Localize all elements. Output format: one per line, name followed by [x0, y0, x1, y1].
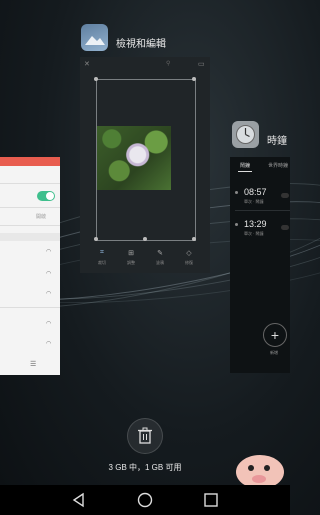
wifi-icon: ◠ — [46, 249, 52, 255]
crop-icon[interactable]: ⌗ — [94, 249, 110, 257]
clock-app-card[interactable]: 鬧鐘 世界時鐘 08:57 單次 · 鬧鐘 13:29 單次 · 鬧鐘 + 新增 — [230, 157, 290, 373]
compare-icon[interactable]: ⚲ — [166, 60, 170, 67]
gallery-app-icon — [81, 24, 108, 51]
clock-app-icon — [232, 121, 259, 148]
settings-header-bar — [0, 157, 60, 166]
lotus-photo — [97, 126, 171, 190]
trash-icon — [138, 427, 152, 444]
clock-app-title: 時鐘 — [267, 136, 287, 147]
adjust-icon[interactable]: ⊞ — [123, 249, 139, 257]
close-icon[interactable]: ✕ — [84, 60, 90, 68]
section-gap — [0, 233, 60, 241]
clock-icon — [236, 125, 255, 144]
alarm-repeat: 單次 · 鬧鐘 — [244, 231, 264, 236]
alarm-repeat: 單次 · 鬧鐘 — [244, 199, 264, 204]
clear-all-button[interactable] — [127, 418, 163, 454]
crop-handle[interactable] — [94, 77, 98, 81]
back-icon[interactable] — [70, 492, 88, 508]
crop-handle[interactable] — [94, 237, 98, 241]
tool-label: 調整 — [127, 260, 135, 265]
gallery-editor-card[interactable]: ✕ ▭ ⚲ ⌗ ⊞ ✎ ◇ 裁切 調整 塗鴉 修復 — [80, 57, 210, 273]
divider — [0, 183, 60, 184]
tool-label: 裁切 — [98, 260, 106, 265]
settings-app-card[interactable]: 開啟 ◠ ◠ ◠ ◠ ◠ ☰ — [0, 157, 60, 375]
alarm-indicator — [235, 191, 238, 194]
tab-alarm[interactable]: 鬧鐘 — [240, 162, 250, 169]
recents-icon[interactable] — [202, 492, 220, 508]
alarm-toggle[interactable] — [281, 225, 289, 230]
alarm-indicator — [235, 223, 238, 226]
alarm-toggle[interactable] — [281, 193, 289, 198]
add-alarm-label: 新增 — [270, 350, 278, 355]
tab-world-clock[interactable]: 世界時鐘 — [268, 162, 288, 169]
divider — [0, 307, 60, 308]
navigation-bar — [0, 485, 290, 515]
erase-icon[interactable]: ◇ — [181, 249, 197, 257]
crop-handle[interactable] — [143, 237, 147, 241]
settings-row-value: 開啟 — [36, 214, 47, 220]
alarm-time[interactable]: 08:57 — [244, 187, 267, 197]
divider — [235, 210, 290, 211]
alarm-time[interactable]: 13:29 — [244, 219, 267, 229]
divider — [0, 225, 60, 226]
add-alarm-button[interactable]: + — [263, 323, 287, 347]
draw-icon[interactable]: ✎ — [152, 249, 168, 257]
wifi-icon: ◠ — [46, 271, 52, 277]
tab-indicator — [238, 171, 252, 172]
crop-handle[interactable] — [192, 237, 196, 241]
divider — [0, 207, 60, 208]
wifi-icon: ◠ — [46, 321, 52, 327]
menu-icon[interactable]: ☰ — [30, 360, 36, 368]
settings-toggle[interactable] — [37, 191, 55, 201]
photo-icon — [85, 36, 105, 45]
watermark-logo — [236, 455, 284, 489]
home-icon[interactable] — [136, 492, 154, 508]
tool-label: 塗鴉 — [156, 260, 164, 265]
gallery-app-title: 檢視和編輯 — [116, 39, 166, 50]
crop-handle[interactable] — [192, 77, 196, 81]
wifi-icon: ◠ — [46, 291, 52, 297]
tool-label: 修復 — [185, 260, 193, 265]
save-icon[interactable]: ▭ — [198, 60, 205, 68]
wifi-icon: ◠ — [46, 341, 52, 347]
